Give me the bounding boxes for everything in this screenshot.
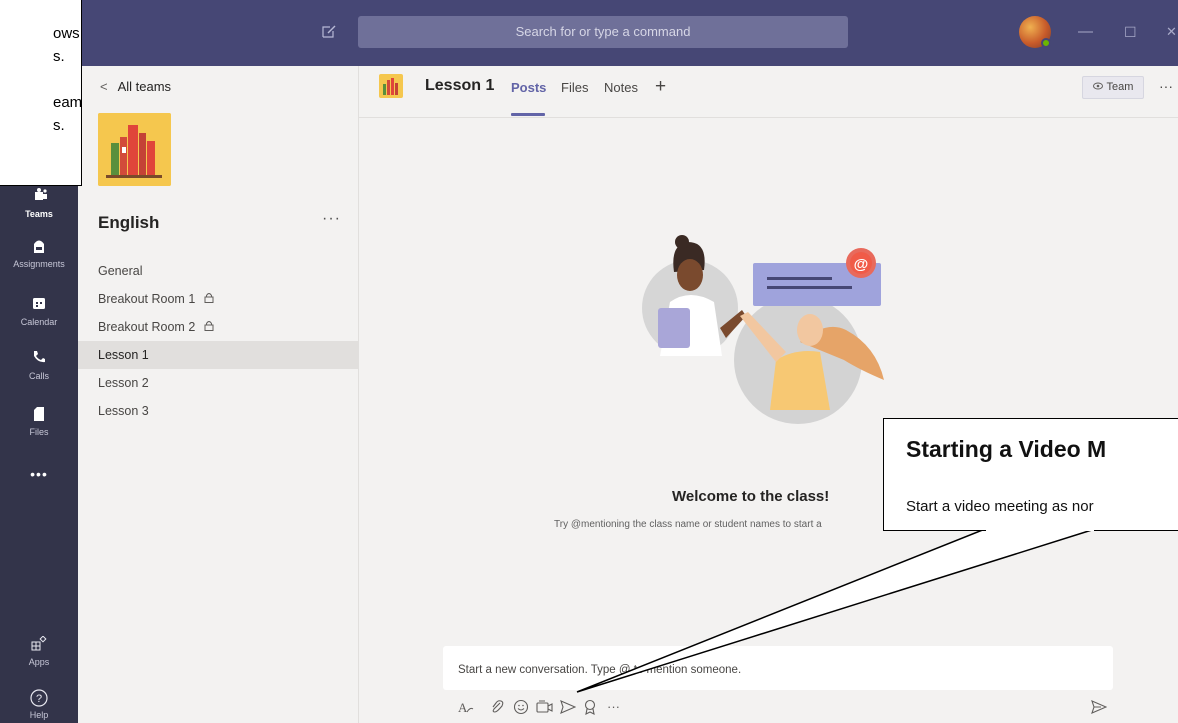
annotation-pointer-join xyxy=(986,526,1094,531)
annotation-title: Starting a Video M xyxy=(906,436,1107,462)
annotation-pointer xyxy=(576,528,1096,693)
annotation-body: Start a video meeting as nor xyxy=(906,498,1094,515)
